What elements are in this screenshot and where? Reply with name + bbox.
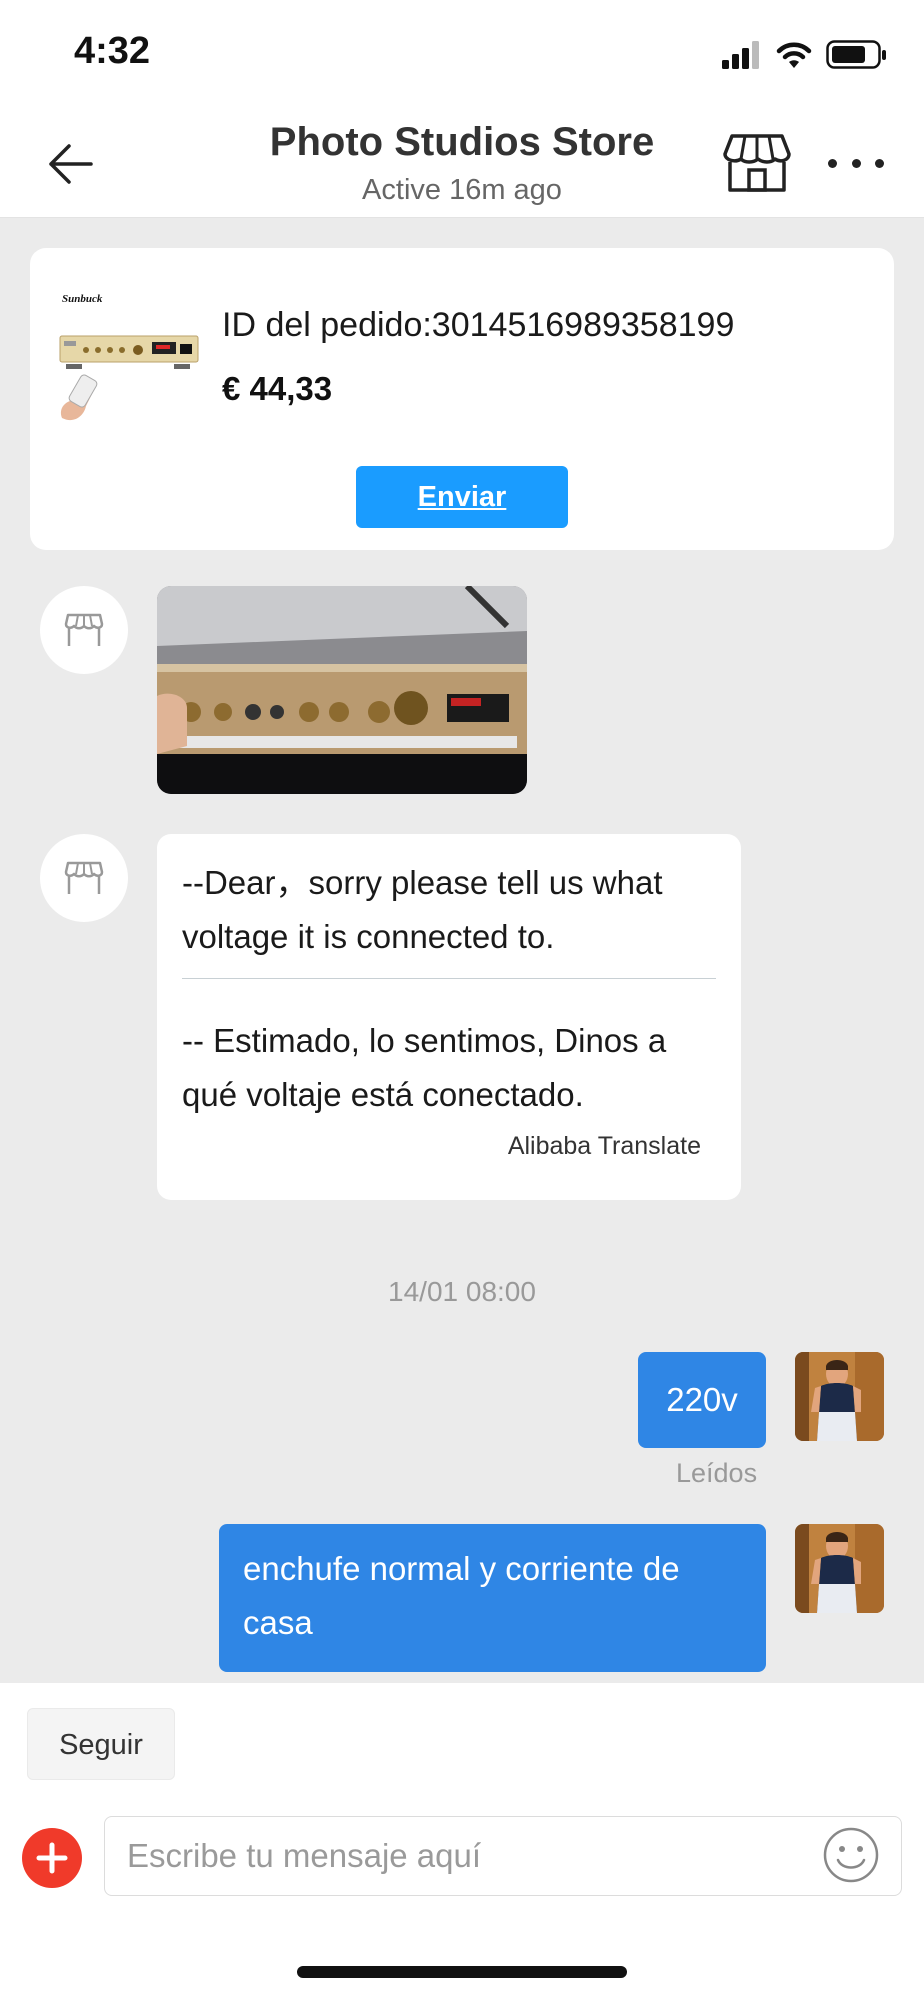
- user-photo: [795, 1352, 884, 1441]
- battery-icon: [826, 40, 886, 69]
- seller-avatar[interactable]: [40, 586, 128, 674]
- smiley-icon: [823, 1827, 879, 1883]
- amplifier-photo: [157, 586, 527, 794]
- my-message-bubble[interactable]: 220v: [638, 1352, 766, 1448]
- product-thumbnail[interactable]: Sunbuck: [56, 278, 204, 426]
- status-bar: 4:32: [0, 0, 924, 110]
- store-avatar-icon: [64, 861, 104, 894]
- user-avatar[interactable]: [795, 1524, 884, 1613]
- emoji-button[interactable]: [822, 1826, 880, 1884]
- home-indicator[interactable]: [297, 1966, 627, 1978]
- follow-button[interactable]: Seguir: [27, 1708, 175, 1780]
- translated-message-text: -- Estimado, lo sentimos, Dinos a qué vo…: [182, 1022, 667, 1113]
- translation-source: Alibaba Translate: [507, 1132, 701, 1160]
- send-order-button[interactable]: Enviar: [356, 466, 568, 528]
- seller-avatar[interactable]: [40, 834, 128, 922]
- original-message-text: --Dear，sorry please tell us what voltage…: [182, 864, 663, 955]
- store-icon: [723, 134, 791, 192]
- order-price: € 44,33: [222, 370, 333, 407]
- signal-icon: [722, 41, 759, 69]
- read-status: Leídos: [676, 1458, 758, 1488]
- store-button[interactable]: [722, 132, 792, 194]
- svg-text:Sunbuck: Sunbuck: [62, 293, 103, 305]
- order-id: ID del pedido:3014516989358199: [222, 306, 735, 344]
- wifi-icon: [776, 42, 812, 68]
- message-input[interactable]: [104, 1816, 902, 1896]
- seller-message-bubble[interactable]: --Dear，sorry please tell us what voltage…: [157, 834, 741, 1200]
- translation-divider: [182, 978, 716, 979]
- add-attachment-button[interactable]: [22, 1828, 82, 1888]
- my-message-bubble[interactable]: enchufe normal y corriente de casa: [219, 1524, 766, 1672]
- user-photo: [795, 1524, 884, 1613]
- amplifier-image: Sunbuck: [56, 278, 204, 426]
- plus-icon: [36, 1842, 68, 1874]
- order-card[interactable]: Sunbuck ID del pedido:3014516989358199 €…: [30, 248, 894, 550]
- message-input-bar: [0, 1806, 924, 1916]
- more-icon: [828, 158, 837, 168]
- more-button[interactable]: [828, 150, 884, 176]
- user-avatar[interactable]: [795, 1352, 884, 1441]
- chat-header: Photo Studios Store Active 16m ago: [0, 110, 924, 218]
- store-avatar-icon: [64, 613, 104, 646]
- chat-area[interactable]: Sunbuck ID del pedido:3014516989358199 €…: [0, 218, 924, 1683]
- status-time: 4:32: [74, 30, 151, 72]
- message-timestamp: 14/01 08:00: [388, 1276, 536, 1307]
- status-icons: [722, 40, 888, 70]
- photo-message[interactable]: [157, 586, 527, 794]
